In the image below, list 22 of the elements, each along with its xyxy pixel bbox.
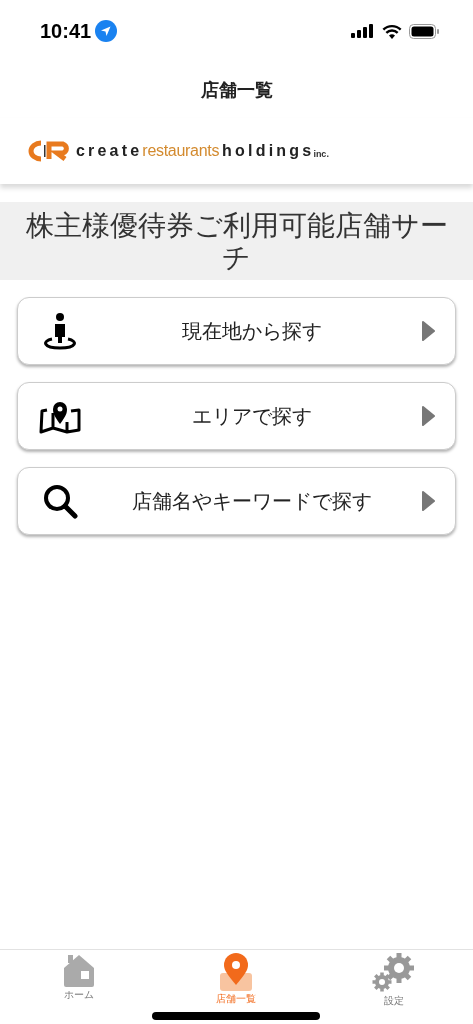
search-option-button[interactable]: 現在地から探す [17, 297, 456, 365]
screen-title: 店舗一覧 [200, 78, 273, 102]
battery-icon [409, 23, 439, 39]
banner-title: 株主様優待券ご利用可能店舗サーチ [25, 209, 448, 274]
chevron-right-icon [421, 321, 435, 341]
tab-bar-item[interactable]: ホーム [23, 950, 134, 1024]
search-icon [42, 483, 78, 519]
gears-icon [372, 953, 417, 993]
map-pin-icon [219, 953, 254, 991]
wifi-icon [382, 23, 402, 39]
search-option-button[interactable]: 店舗名やキーワードで探す [17, 467, 456, 535]
chevron-right-icon [421, 406, 435, 426]
chevron-right-icon [421, 491, 435, 511]
logo-text: create [76, 142, 143, 160]
logo-text: restaurants [142, 142, 220, 160]
tab-bar-item[interactable]: 設定 [339, 950, 450, 1024]
home-icon [61, 953, 96, 987]
logo-text: inc. [313, 149, 329, 159]
search-option-button[interactable]: エリアで探す [17, 382, 456, 450]
logo-text: holdings [222, 142, 315, 160]
status-time: 10:41 [40, 19, 92, 43]
signal-icon [351, 24, 375, 38]
